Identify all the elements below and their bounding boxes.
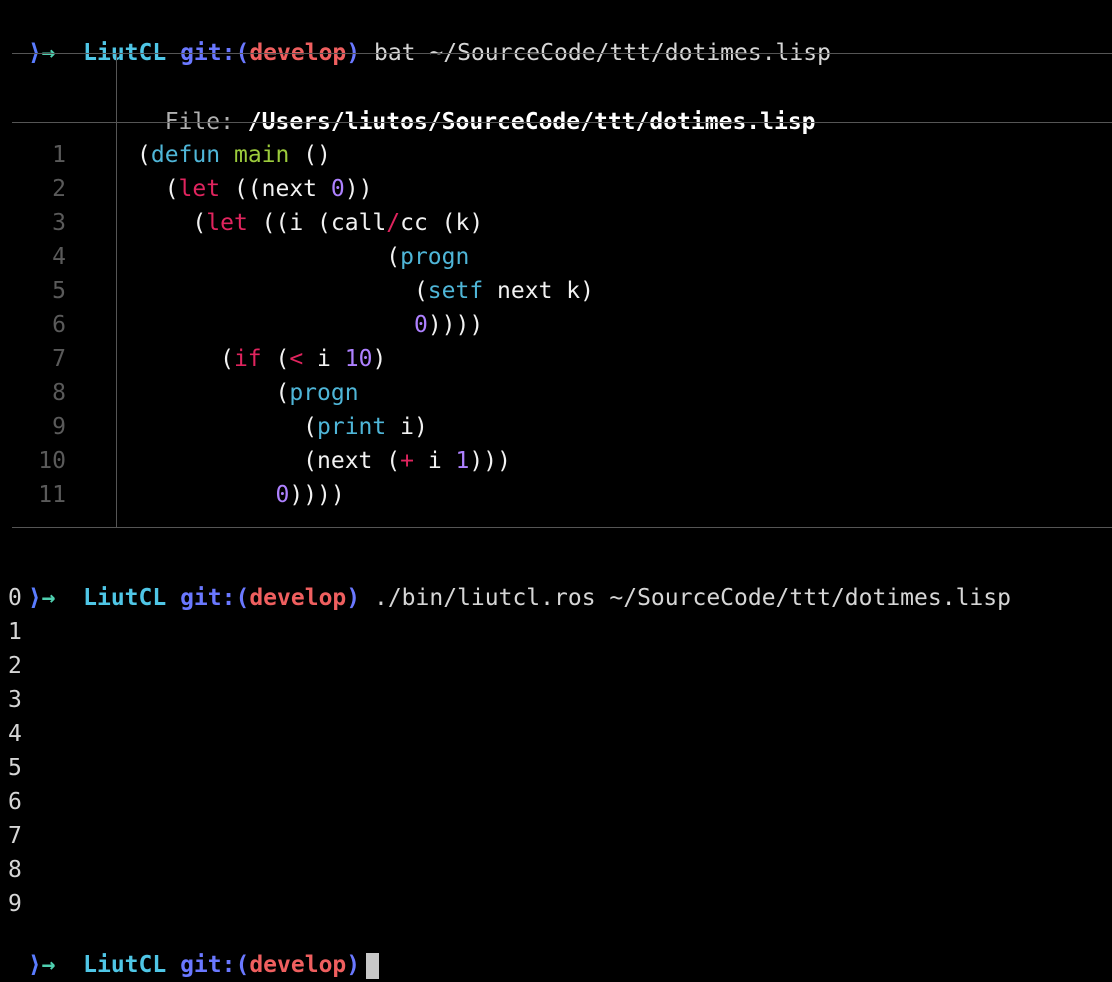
prompt-branch: develop bbox=[249, 952, 347, 978]
line-number: 1 bbox=[52, 142, 66, 168]
prompt-user: LiutCL bbox=[83, 585, 167, 611]
prompt-user: LiutCL bbox=[83, 952, 167, 978]
output-line: 7 bbox=[8, 823, 22, 849]
terminal-cursor[interactable] bbox=[366, 952, 380, 979]
prompt-branch: develop bbox=[249, 585, 347, 611]
bat-file-header: File: /Users/liutos/SourceCode/ttt/dotim… bbox=[137, 71, 816, 135]
code-line-11: 0)))) bbox=[275, 482, 345, 508]
code-line-5: (setf next k) bbox=[137, 278, 594, 304]
line-number: 11 bbox=[38, 482, 66, 508]
output-line: 3 bbox=[8, 687, 22, 713]
line-number: 4 bbox=[52, 244, 66, 270]
prompt-line-current[interactable]: ⟩→ LiutCL git:(develop) bbox=[0, 914, 380, 979]
prompt-line-bat: ⟩→ LiutCL git:(develop) bat ~/SourceCode… bbox=[0, 2, 831, 66]
code-line-9: (print i) bbox=[137, 414, 428, 440]
output-line: 1 bbox=[8, 619, 22, 645]
code-line-2: (let ((next 0)) bbox=[137, 176, 373, 202]
prompt-git-close: ) bbox=[346, 585, 361, 611]
prompt-git-close: ) bbox=[346, 952, 361, 978]
line-number: 2 bbox=[52, 176, 66, 202]
bat-gutter-rule bbox=[116, 122, 117, 527]
arrow-icon: → bbox=[41, 952, 56, 978]
bat-header-gutter-rule bbox=[116, 53, 117, 122]
output-line: 2 bbox=[8, 653, 22, 679]
prompt-git: git:( bbox=[180, 585, 250, 611]
prompt-line-run: ⟩→ LiutCL git:(develop) ./bin/liutcl.ros… bbox=[0, 547, 1011, 611]
code-line-1: (defun main () bbox=[137, 142, 331, 168]
output-line: 5 bbox=[8, 755, 22, 781]
output-line: 0 bbox=[8, 585, 22, 611]
bat-header-rule bbox=[12, 122, 1112, 123]
prompt-caret-icon: ⟩ bbox=[27, 952, 42, 978]
code-line-4: (progn bbox=[137, 244, 470, 270]
line-number: 3 bbox=[52, 210, 66, 236]
output-line: 8 bbox=[8, 857, 22, 883]
code-line-3: (let ((i (call/cc (k) bbox=[137, 210, 484, 236]
prompt-command: ./bin/liutcl.ros ~/SourceCode/ttt/dotime… bbox=[373, 585, 1011, 611]
line-number: 10 bbox=[38, 448, 66, 474]
bat-bottom-rule bbox=[12, 527, 1112, 528]
line-number: 9 bbox=[52, 414, 66, 440]
code-line-7: (if (< i 10) bbox=[137, 346, 387, 372]
code-line-6: 0)))) bbox=[413, 312, 484, 338]
line-number: 6 bbox=[52, 312, 66, 338]
bat-top-rule bbox=[12, 53, 1112, 54]
code-line-8: (progn bbox=[137, 380, 359, 406]
code-line-10: (next (+ i 1))) bbox=[137, 448, 511, 474]
output-line: 6 bbox=[8, 789, 22, 815]
output-line: 4 bbox=[8, 721, 22, 747]
prompt-caret-icon: ⟩ bbox=[27, 585, 42, 611]
line-number: 7 bbox=[52, 346, 66, 372]
prompt-git: git:( bbox=[180, 952, 250, 978]
line-number: 8 bbox=[52, 380, 66, 406]
line-number: 5 bbox=[52, 278, 66, 304]
arrow-icon: → bbox=[41, 585, 56, 611]
